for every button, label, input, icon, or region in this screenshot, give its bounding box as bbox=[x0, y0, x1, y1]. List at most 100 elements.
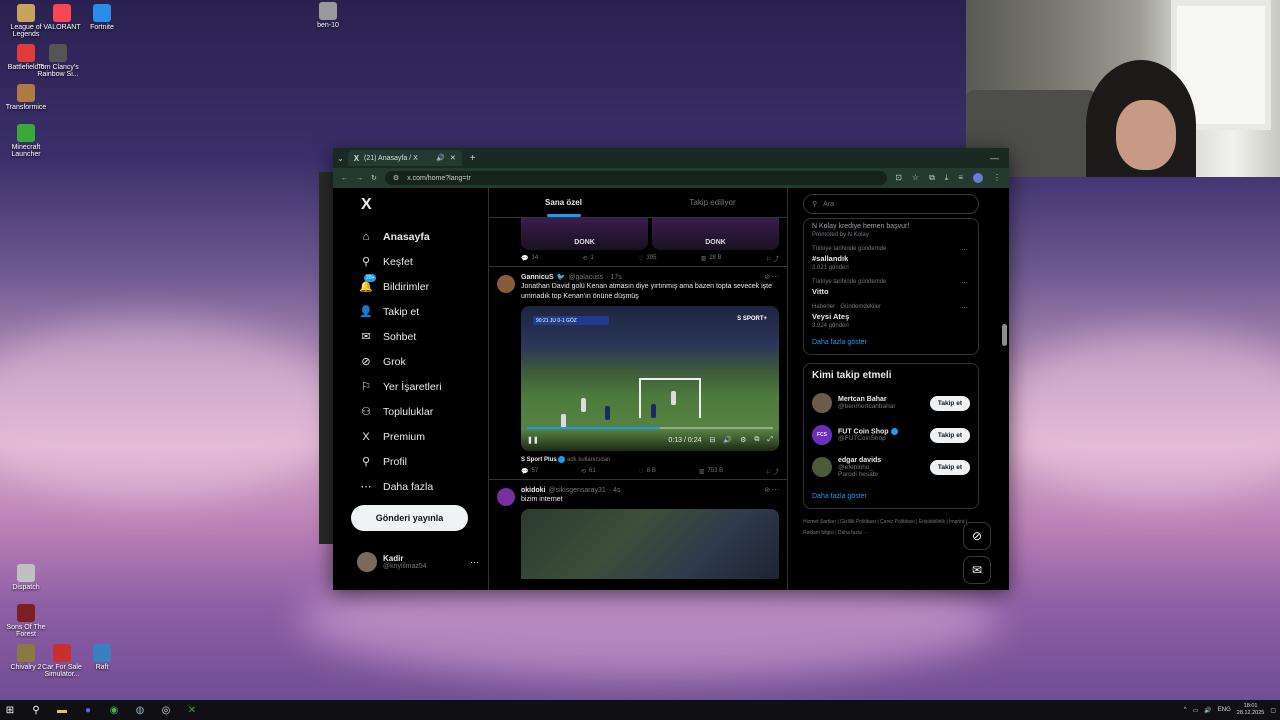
pause-icon[interactable]: ❚❚ bbox=[527, 436, 539, 444]
discord-icon[interactable]: ● bbox=[82, 704, 94, 716]
desktop-icon[interactable]: Car For Sale Simulator... bbox=[40, 644, 84, 679]
post-button[interactable]: Gönderi yayınla bbox=[351, 505, 468, 531]
tab-list-icon[interactable]: ⌄ bbox=[337, 154, 344, 163]
pip-icon[interactable]: ⧉ bbox=[754, 436, 759, 444]
tweet[interactable]: okidoki @sikisgensaray31 · 4s ⊘ ⋯ bizim … bbox=[489, 479, 787, 580]
follow-button[interactable]: Takip et bbox=[929, 395, 970, 411]
settings-icon[interactable]: ⚙ bbox=[740, 436, 746, 444]
bookmark-button[interactable]: ⚐ ⤴ bbox=[766, 467, 779, 476]
minimize-icon[interactable]: — bbox=[990, 153, 999, 163]
avatar[interactable] bbox=[812, 393, 832, 413]
tweet-author-handle[interactable]: @sikisgensaray31 bbox=[549, 487, 606, 494]
account-switcher[interactable]: Kadir @knylilmaz54 ⋯ bbox=[357, 552, 479, 572]
steam-icon[interactable]: ◍ bbox=[134, 704, 146, 716]
like-button[interactable]: ♡ 395 bbox=[638, 255, 656, 262]
nav-item-add-user[interactable]: 👤 Takip et bbox=[351, 299, 491, 324]
captions-icon[interactable]: ⊟ bbox=[710, 436, 716, 444]
tweet[interactable]: GannicuS 🐦 @galacuss · 17s ⊘ ⋯ Jonathan … bbox=[489, 266, 787, 479]
more-icon[interactable]: ⋯ bbox=[961, 304, 968, 312]
xbox-icon[interactable]: ✕ bbox=[186, 704, 198, 716]
retweet-button[interactable]: ⟲ 1 bbox=[582, 255, 593, 262]
video-player[interactable]: 90:21 JU 0-1 GÖZ S SPORT+ ❚❚ 0:13 / 0:24 bbox=[521, 306, 779, 451]
promoted-trend[interactable]: N Kolay krediye hemen başvur! Promoted b… bbox=[812, 219, 970, 242]
nav-item-search[interactable]: ⚲ Keşfet bbox=[351, 249, 491, 274]
retweet-button[interactable]: ⟲ 61 bbox=[581, 468, 596, 475]
desktop-icon[interactable]: Tom Clancy's Rainbow Si... bbox=[36, 44, 80, 79]
trends-show-more[interactable]: Daha fazla göster bbox=[812, 333, 970, 354]
menu-icon[interactable]: ⋮ bbox=[993, 173, 1001, 183]
who-to-follow-item[interactable]: edgar davids @efeninho_ Parodi hesabı Taki… bbox=[812, 451, 970, 483]
reply-button[interactable]: 💬 14 bbox=[521, 255, 538, 262]
nav-item-home[interactable]: ⌂ Anasayfa bbox=[351, 224, 491, 249]
tweet-author-handle[interactable]: @galacuss bbox=[568, 274, 603, 281]
follow-name[interactable]: Mertcan Bahar bbox=[838, 396, 887, 403]
tweet-author-name[interactable]: okidoki bbox=[521, 487, 546, 494]
desktop-icon[interactable]: VALORANT bbox=[40, 4, 84, 31]
notifications-icon[interactable]: ▢ bbox=[1270, 707, 1276, 714]
file-explorer-icon[interactable]: ▬ bbox=[56, 704, 68, 716]
follow-button[interactable]: Takip et bbox=[929, 459, 970, 475]
desktop-icon[interactable]: Dispatch bbox=[4, 564, 48, 591]
forward-icon[interactable]: → bbox=[356, 175, 363, 182]
messages-float-button[interactable]: ✉ bbox=[963, 556, 991, 584]
tweet-media[interactable]: DONK DONK bbox=[521, 218, 779, 250]
nav-item-communities[interactable]: ⚇ Topluluklar bbox=[351, 399, 491, 424]
desktop-icon[interactable]: Sons Of The Forest bbox=[4, 604, 48, 639]
source-name[interactable]: S Sport Plus bbox=[521, 457, 557, 463]
fullscreen-icon[interactable]: ⤢ bbox=[767, 436, 773, 444]
nav-item-bookmark[interactable]: ⚐ Yer İşaretleri bbox=[351, 374, 491, 399]
tab-for-you[interactable]: Sana özel bbox=[489, 188, 638, 217]
desktop-icon[interactable]: Raft bbox=[80, 644, 124, 671]
avatar[interactable] bbox=[497, 488, 515, 507]
reply-button[interactable]: 💬 57 bbox=[521, 468, 538, 475]
footer-links[interactable]: Hizmet Şartları | Gizlilik Politikası | … bbox=[803, 517, 979, 539]
nav-item-grok[interactable]: ⊘ Grok bbox=[351, 349, 491, 374]
follow-name[interactable]: edgar davids bbox=[838, 457, 881, 464]
nav-item-profile[interactable]: ⚲ Profil bbox=[351, 449, 491, 474]
speaker-icon[interactable]: 🔊 bbox=[436, 154, 445, 162]
network-icon[interactable]: ▭ bbox=[1193, 707, 1199, 714]
download-icon[interactable]: ⤓ bbox=[945, 173, 949, 183]
follow-button[interactable]: Takip et bbox=[929, 427, 970, 443]
back-icon[interactable]: ← bbox=[341, 175, 348, 182]
more-icon[interactable]: ⋯ bbox=[961, 246, 968, 254]
tweet-author-name[interactable]: GannicuS bbox=[521, 274, 554, 281]
tab-following[interactable]: Takip ediliyor bbox=[638, 188, 787, 217]
trend-item[interactable]: Türkiye tarihinde gündemde #sallandık 3.02… bbox=[812, 242, 970, 275]
who-to-follow-item[interactable]: FCS FUT Coin Shop @FUTCoinShop Takip et bbox=[812, 419, 970, 451]
reload-icon[interactable]: ↻ bbox=[371, 174, 377, 182]
more-icon[interactable]: ⋯ bbox=[961, 279, 968, 287]
search-icon[interactable]: ⚲ bbox=[30, 704, 42, 716]
install-icon[interactable]: ⊡ bbox=[895, 173, 902, 183]
trend-item[interactable]: Türkiye tarihinde gündemde Vitto ⋯ bbox=[812, 275, 970, 300]
close-tab-icon[interactable]: ✕ bbox=[450, 154, 456, 162]
desktop-icon[interactable]: ben-10 bbox=[306, 2, 350, 29]
url-field[interactable]: ⚙ x.com/home?lang=tr bbox=[384, 171, 888, 185]
views-button[interactable]: ▥ 28 B bbox=[701, 255, 722, 262]
clock[interactable]: 18:01 28.12.2025 bbox=[1237, 703, 1265, 717]
tray-chevron-icon[interactable]: ^ bbox=[1184, 707, 1187, 713]
trend-item[interactable]: Haberler · Gündemdekiler Veysi Ateş 3.924 … bbox=[812, 300, 970, 333]
scrollbar[interactable] bbox=[1002, 324, 1007, 346]
volume-icon[interactable]: 🔊 bbox=[1204, 707, 1211, 714]
language-icon[interactable]: ENG bbox=[1218, 707, 1231, 713]
avatar[interactable] bbox=[812, 457, 832, 477]
volume-icon[interactable]: 🔊 bbox=[723, 436, 732, 444]
tweet-more-icon[interactable]: ⊘ ⋯ bbox=[764, 273, 779, 281]
x-logo-icon[interactable]: X bbox=[361, 196, 491, 214]
nav-item-mail[interactable]: ✉ Sohbet bbox=[351, 324, 491, 349]
desktop-icon[interactable]: Fortnite bbox=[80, 4, 124, 31]
like-button[interactable]: ♡ 8 B bbox=[639, 468, 656, 475]
more-icon[interactable]: ⋯ bbox=[470, 557, 479, 568]
grok-float-button[interactable]: ⊘ bbox=[963, 522, 991, 550]
obs-icon[interactable]: ◎ bbox=[160, 704, 172, 716]
nav-item-more[interactable]: ⋯ Daha fazla bbox=[351, 474, 491, 499]
profile-avatar-icon[interactable] bbox=[973, 173, 983, 183]
follow-name[interactable]: FUT Coin Shop bbox=[838, 428, 889, 435]
tweet-media[interactable] bbox=[521, 509, 779, 580]
who-show-more[interactable]: Daha fazla göster bbox=[812, 483, 970, 508]
avatar[interactable] bbox=[497, 275, 515, 293]
views-button[interactable]: ▥ 753 B bbox=[699, 468, 723, 475]
new-tab-icon[interactable]: + bbox=[470, 153, 476, 164]
site-info-icon[interactable]: ⚙ bbox=[393, 174, 399, 182]
